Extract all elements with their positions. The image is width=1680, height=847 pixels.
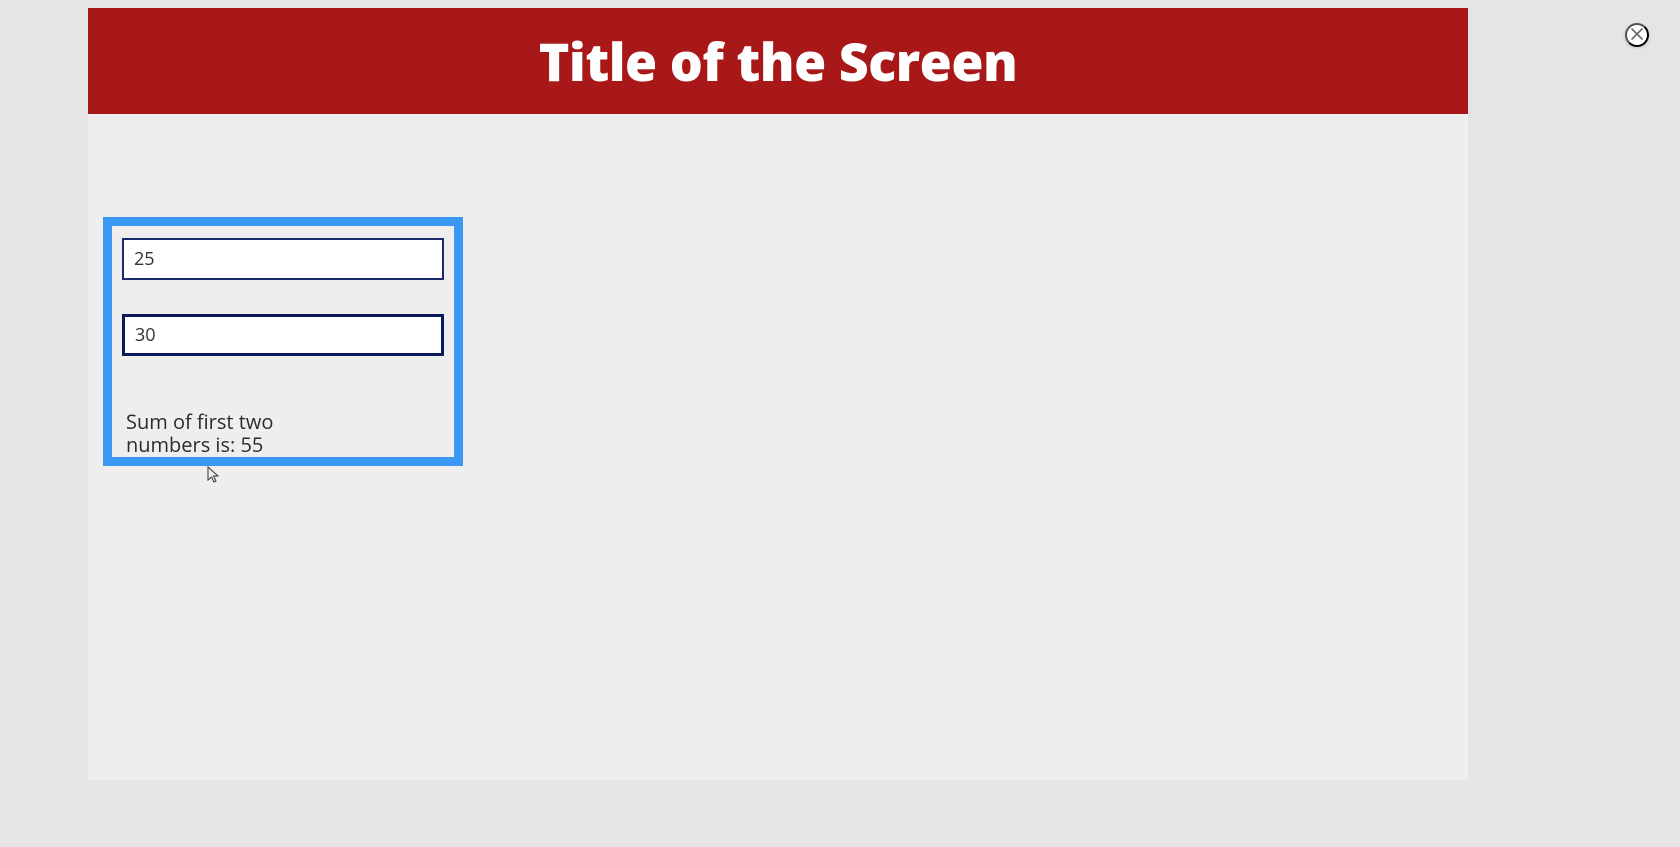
close-button[interactable] — [1625, 23, 1649, 47]
number-input-1[interactable] — [122, 238, 444, 280]
sum-result-text: Sum of first two numbers is: 55 — [122, 410, 302, 456]
screen-stage: Title of the Screen Sum of first two num… — [88, 8, 1468, 780]
number-input-2[interactable] — [122, 314, 444, 356]
sum-card: Sum of first two numbers is: 55 — [103, 217, 463, 466]
title-bar: Title of the Screen — [88, 8, 1468, 114]
page-title: Title of the Screen — [539, 26, 1018, 97]
close-icon — [1631, 28, 1643, 43]
